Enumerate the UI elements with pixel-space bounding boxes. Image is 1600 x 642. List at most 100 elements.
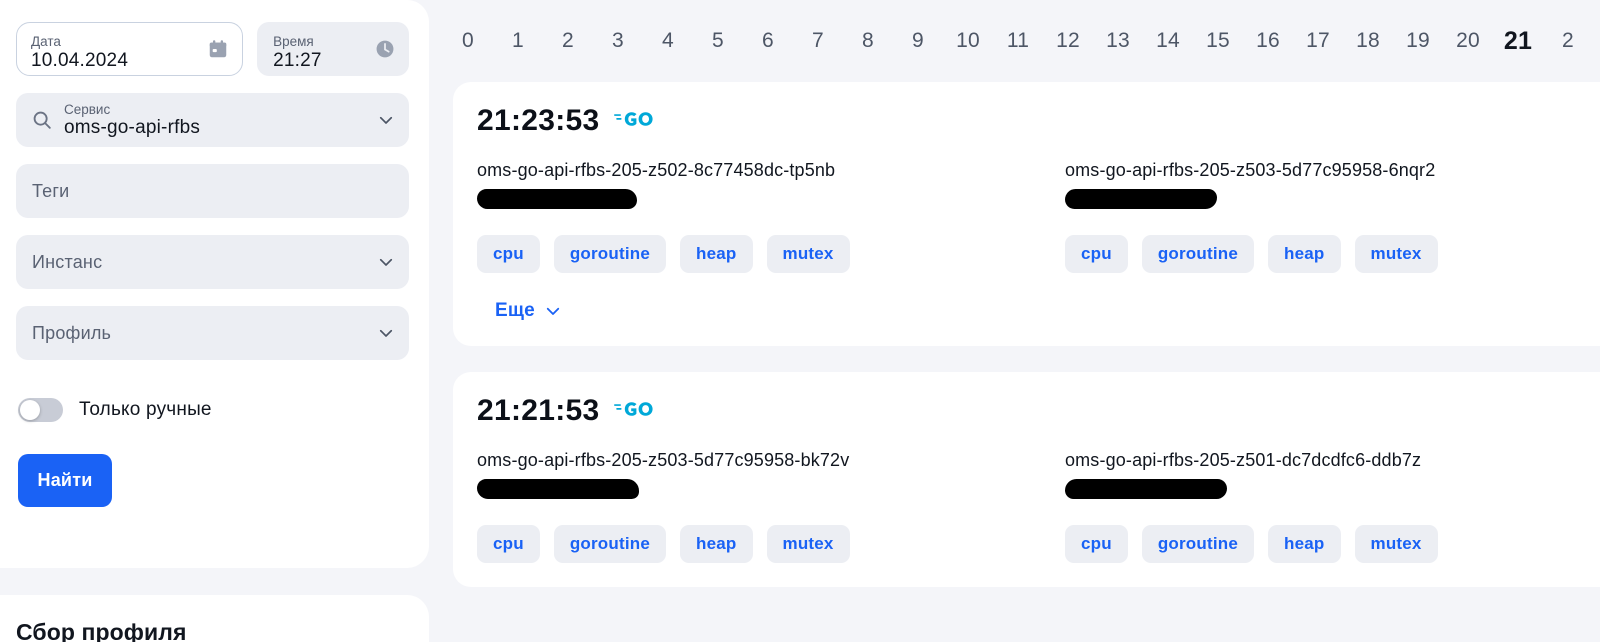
chip-cpu[interactable]: cpu — [1065, 525, 1128, 563]
chip-cpu[interactable]: cpu — [1065, 235, 1128, 273]
pod-column: oms-go-api-rfbs-205-z501-dc7dcdfc6-ddb7z… — [1065, 450, 1600, 563]
filters-panel: Дата 10.04.2024 Время 21:27 Сервис oms-g… — [0, 0, 429, 568]
manual-only-label: Только ручные — [79, 399, 212, 420]
collect-profile-title: Сбор профиля — [16, 619, 187, 642]
chip-cpu[interactable]: cpu — [477, 525, 540, 563]
profile-type-chips: cpu goroutine heap mutex — [1065, 525, 1600, 563]
ruler-tick-current[interactable]: 21 — [1493, 27, 1543, 56]
redacted-block — [1065, 479, 1227, 499]
manual-only-row: Только ручные — [16, 398, 409, 422]
service-select[interactable]: Сервис oms-go-api-rfbs — [16, 93, 409, 147]
profile-card-time: 21:21:53 — [477, 394, 600, 427]
service-select-value: oms-go-api-rfbs — [64, 116, 201, 138]
ruler-tick[interactable]: 10 — [943, 29, 993, 53]
redacted-block — [477, 479, 639, 499]
ruler-tick[interactable]: 0 — [443, 29, 493, 53]
ruler-tick[interactable]: 13 — [1093, 29, 1143, 53]
profile-type-chips: cpu goroutine heap mutex — [477, 525, 1065, 563]
profile-select-placeholder: Профиль — [32, 322, 112, 343]
profile-card-columns: oms-go-api-rfbs-205-z503-5d77c95958-bk72… — [477, 450, 1600, 563]
chip-goroutine[interactable]: goroutine — [1141, 235, 1255, 273]
datetime-row: Дата 10.04.2024 Время 21:27 — [16, 22, 409, 76]
hour-ruler[interactable]: 0 1 2 3 4 5 6 7 8 9 10 11 12 13 14 15 16… — [429, 0, 1600, 82]
pod-name: oms-go-api-rfbs-205-z503-5d77c95958-bk72… — [477, 450, 850, 470]
ruler-tick[interactable]: 7 — [793, 29, 843, 53]
date-input-value: 10.04.2024 — [31, 49, 129, 71]
ruler-tick[interactable]: 19 — [1393, 29, 1443, 53]
search-button[interactable]: Найти — [18, 454, 112, 507]
ruler-tick[interactable]: 18 — [1343, 29, 1393, 53]
date-input[interactable]: Дата 10.04.2024 — [16, 22, 244, 76]
pod-column: oms-go-api-rfbs-205-z503-5d77c95958-6nqr… — [1065, 160, 1600, 273]
ruler-tick[interactable]: 9 — [893, 29, 943, 53]
chip-mutex[interactable]: mutex — [766, 525, 850, 563]
manual-only-toggle[interactable] — [18, 398, 63, 422]
profile-type-chips: cpu goroutine heap mutex — [477, 235, 1065, 273]
go-logo-icon — [613, 400, 654, 423]
ruler-tick[interactable]: 2 — [543, 29, 593, 53]
chip-heap[interactable]: heap — [680, 235, 753, 273]
calendar-icon[interactable] — [207, 38, 229, 60]
tags-field-placeholder: Теги — [32, 180, 70, 201]
ruler-tick[interactable]: 8 — [843, 29, 893, 53]
instance-select-placeholder: Инстанс — [32, 251, 103, 272]
chip-heap[interactable]: heap — [1268, 525, 1341, 563]
clock-icon[interactable] — [374, 38, 396, 60]
date-input-label: Дата — [31, 33, 61, 49]
chip-heap[interactable]: heap — [680, 525, 753, 563]
chip-heap[interactable]: heap — [1268, 235, 1341, 273]
ruler-tick[interactable]: 11 — [993, 29, 1043, 53]
ruler-tick[interactable]: 5 — [693, 29, 743, 53]
profile-type-chips: cpu goroutine heap mutex — [1065, 235, 1600, 273]
chip-mutex[interactable]: mutex — [1354, 525, 1438, 563]
toggle-knob — [20, 400, 40, 420]
filters-sidebar: Дата 10.04.2024 Время 21:27 Сервис oms-g… — [0, 0, 429, 642]
ruler-tick[interactable]: 3 — [593, 29, 643, 53]
chip-cpu[interactable]: cpu — [477, 235, 540, 273]
time-input[interactable]: Время 21:27 — [257, 22, 409, 76]
chip-mutex[interactable]: mutex — [1354, 235, 1438, 273]
profile-select[interactable]: Профиль — [16, 306, 409, 360]
ruler-tick[interactable]: 1 — [493, 29, 543, 53]
profile-card-time: 21:23:53 — [477, 104, 600, 137]
profile-card: 21:21:53 oms-go-api-rfbs-205-z503-5d77c9 — [453, 372, 1600, 587]
profile-card-header: 21:23:53 — [477, 104, 1600, 138]
ruler-tick[interactable]: 20 — [1443, 29, 1493, 53]
pod-column: oms-go-api-rfbs-205-z503-5d77c95958-bk72… — [477, 450, 1065, 563]
service-select-label: Сервис — [64, 101, 111, 117]
ruler-tick[interactable]: 14 — [1143, 29, 1193, 53]
tags-field[interactable]: Теги — [16, 164, 409, 218]
chevron-down-icon[interactable] — [377, 324, 395, 342]
pod-name: oms-go-api-rfbs-205-z503-5d77c95958-6nqr… — [1065, 160, 1436, 180]
redacted-block — [1065, 189, 1217, 209]
ruler-tick[interactable]: 6 — [743, 29, 793, 53]
chevron-down-icon[interactable] — [377, 111, 395, 129]
ruler-tick[interactable]: 4 — [643, 29, 693, 53]
chip-goroutine[interactable]: goroutine — [553, 235, 667, 273]
search-icon — [31, 109, 53, 131]
go-logo-icon — [613, 110, 654, 133]
ruler-tick[interactable]: 17 — [1293, 29, 1343, 53]
ruler-tick[interactable]: 12 — [1043, 29, 1093, 53]
ruler-tick[interactable]: 16 — [1243, 29, 1293, 53]
pod-name: oms-go-api-rfbs-205-z502-8c77458dc-tp5nb — [477, 160, 836, 180]
chip-goroutine[interactable]: goroutine — [553, 525, 667, 563]
pod-name: oms-go-api-rfbs-205-z501-dc7dcdfc6-ddb7z — [1065, 450, 1422, 470]
profile-card-columns: oms-go-api-rfbs-205-z502-8c77458dc-tp5nb… — [477, 160, 1600, 273]
app-root: Дата 10.04.2024 Время 21:27 Сервис oms-g… — [0, 0, 1600, 642]
chip-mutex[interactable]: mutex — [766, 235, 850, 273]
profile-card: 21:23:53 oms-go-api-rfbs-205-z502-8c7745 — [453, 82, 1600, 346]
chip-goroutine[interactable]: goroutine — [1141, 525, 1255, 563]
show-more-button[interactable]: Еще — [495, 300, 562, 322]
chevron-down-icon — [546, 307, 560, 315]
collect-profile-panel: Сбор профиля — [0, 595, 429, 642]
ruler-tick[interactable]: 2 — [1543, 29, 1593, 53]
show-more-label: Еще — [495, 300, 535, 321]
pod-column: oms-go-api-rfbs-205-z502-8c77458dc-tp5nb… — [477, 160, 1065, 273]
redacted-block — [477, 189, 637, 209]
chevron-down-icon[interactable] — [377, 253, 395, 271]
profile-card-header: 21:21:53 — [477, 394, 1600, 428]
instance-select[interactable]: Инстанс — [16, 235, 409, 289]
results-area: 0 1 2 3 4 5 6 7 8 9 10 11 12 13 14 15 16… — [429, 0, 1600, 642]
ruler-tick[interactable]: 15 — [1193, 29, 1243, 53]
